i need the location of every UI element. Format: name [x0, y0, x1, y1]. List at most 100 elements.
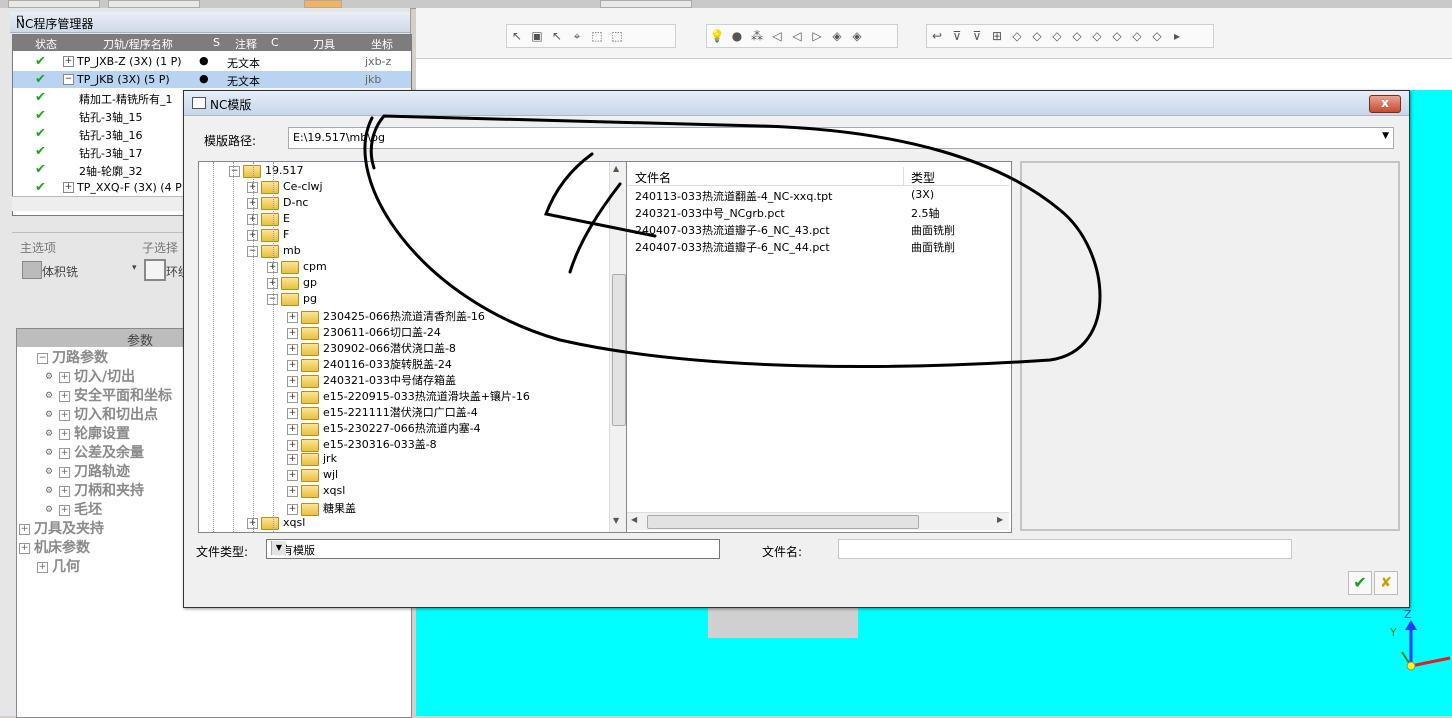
shape-icon[interactable]: ◇: [1088, 27, 1106, 45]
expand-toggle-icon[interactable]: +: [287, 375, 298, 387]
top-tab[interactable]: [600, 0, 692, 8]
pin-icon[interactable]: ⊓: [16, 14, 404, 25]
folder-item[interactable]: + cpm: [267, 260, 327, 276]
scroll-thumb[interactable]: [612, 274, 626, 426]
main-option-value[interactable]: 体积铣: [42, 263, 78, 280]
col-filename[interactable]: 文件名: [635, 169, 671, 186]
folder-item[interactable]: − 19.517: [229, 164, 304, 180]
folder-item[interactable]: + wjl: [287, 468, 338, 484]
col-coord[interactable]: 坐标: [371, 36, 393, 52]
select-region-icon[interactable]: ⬚: [608, 27, 626, 45]
file-row[interactable]: 240113-033热流道翻盖-4_NC-xxq.tpt (3X): [635, 188, 1005, 205]
folder-item[interactable]: +230902-066潜伏浇口盖-8: [287, 340, 456, 356]
bulb-multi-icon[interactable]: ⁂: [748, 27, 766, 45]
top-tab[interactable]: [8, 0, 100, 8]
template-path-combo[interactable]: E:\19.517\mb\pg ▼: [288, 127, 1394, 149]
file-row[interactable]: 240407-033热流道瓣子-6_NC_44.pct 曲面铣削: [635, 239, 1005, 256]
expand-toggle-icon[interactable]: +: [59, 485, 70, 497]
expand-toggle-icon[interactable]: +: [287, 359, 298, 371]
folder-item[interactable]: + e15-230316-033盖-8: [287, 436, 437, 452]
expand-toggle-icon[interactable]: +: [59, 409, 70, 421]
expand-toggle-icon[interactable]: +: [59, 428, 70, 440]
grid-icon[interactable]: ⊞: [988, 27, 1006, 45]
col-note[interactable]: 注释: [235, 36, 257, 52]
expand-toggle-icon[interactable]: +: [287, 343, 298, 355]
filter-select-icon[interactable]: ⊽: [968, 27, 986, 45]
expand-toggle-icon[interactable]: +: [59, 371, 70, 383]
bulb-icon[interactable]: 💡: [708, 27, 726, 45]
param-item[interactable]: ⚙ + 切入和切出点: [43, 404, 158, 423]
folder-item[interactable]: + D-nc: [247, 196, 308, 212]
chevron-down-icon[interactable]: ▼: [1382, 131, 1389, 141]
folder-item[interactable]: + 糖果盖: [287, 500, 356, 516]
top-tab-active[interactable]: [304, 0, 342, 8]
folder-item[interactable]: + xqsl: [287, 484, 345, 500]
expand-toggle-icon[interactable]: +: [287, 391, 298, 403]
cube-select-icon[interactable]: ◈: [848, 27, 866, 45]
folder-item[interactable]: +230611-066切口盖-24: [287, 324, 441, 340]
expand-toggle-icon[interactable]: +: [287, 311, 298, 323]
col-tool[interactable]: 刀具: [313, 36, 335, 52]
col-status[interactable]: 状态: [35, 36, 57, 52]
file-row[interactable]: 240407-033热流道瓣子-6_NC_43.pct 曲面铣削: [635, 222, 1005, 239]
expand-toggle-icon[interactable]: +: [59, 504, 70, 516]
expand-toggle-icon[interactable]: +: [19, 523, 30, 535]
top-tab[interactable]: [108, 0, 200, 8]
expand-toggle-icon[interactable]: +: [19, 542, 30, 554]
select-window-icon[interactable]: ⬚: [588, 27, 606, 45]
chevron-down-icon[interactable]: ▼: [271, 541, 286, 555]
scroll-up-icon[interactable]: ▲: [613, 164, 619, 173]
nc-program-row[interactable]: ✔ − TP_JKB (3X) (5 P) ● 无文本 jkb: [13, 71, 411, 88]
shape-icon[interactable]: ◇: [1048, 27, 1066, 45]
col-s[interactable]: S: [213, 36, 220, 49]
close-button[interactable]: x: [1369, 95, 1401, 113]
column-divider[interactable]: [903, 167, 904, 185]
file-row[interactable]: 240321-033中号_NCgrb.pct 2.5轴: [635, 205, 1005, 222]
folder-item[interactable]: + Ce-clwj: [247, 180, 323, 196]
param-item[interactable]: ⚙ + 毛坯: [43, 499, 102, 518]
arrow-forward-icon[interactable]: ▷: [808, 27, 826, 45]
param-item[interactable]: ⚙ + 刀路轨迹: [43, 461, 130, 480]
arrow-left-icon[interactable]: ◁: [768, 27, 786, 45]
folder-item[interactable]: +240116-033旋转脱盖-24: [287, 356, 452, 372]
shape-icon[interactable]: ◇: [1128, 27, 1146, 45]
expand-toggle-icon[interactable]: +: [59, 390, 70, 402]
folder-tree-vscrollbar[interactable]: ▲ ▼: [609, 162, 627, 532]
param-item[interactable]: − 刀路参数: [37, 347, 108, 366]
param-item[interactable]: ⚙ + 安全平面和坐标: [43, 385, 172, 404]
param-item[interactable]: + 刀具及夹持: [19, 518, 104, 537]
shape-icon[interactable]: ◇: [1108, 27, 1126, 45]
param-item[interactable]: ⚙ + 切入/切出: [43, 366, 135, 385]
bulb-on-icon[interactable]: ●: [728, 27, 746, 45]
param-item[interactable]: ⚙ + 刀柄和夹持: [43, 480, 144, 499]
file-type-select[interactable]: 所有模版 ▼: [266, 539, 720, 559]
expand-toggle-icon[interactable]: +: [63, 182, 74, 193]
expand-toggle-icon[interactable]: +: [287, 327, 298, 339]
shape-icon[interactable]: ◇: [1028, 27, 1046, 45]
expand-toggle-icon[interactable]: +: [287, 439, 298, 451]
col-name[interactable]: 刀轨/程序名称: [103, 36, 173, 52]
param-item[interactable]: ⚙ + 公差及余量: [43, 442, 144, 461]
col-c[interactable]: C: [271, 36, 279, 49]
scroll-right-icon[interactable]: ▶: [997, 515, 1003, 524]
folder-item[interactable]: + jrk: [287, 452, 337, 468]
col-type[interactable]: 类型: [911, 169, 935, 186]
expand-toggle-icon[interactable]: +: [59, 466, 70, 478]
arrow-back-icon[interactable]: ◁: [788, 27, 806, 45]
volume-mill-icon[interactable]: [22, 261, 42, 279]
file-list-hscrollbar[interactable]: ◀ ▶: [627, 512, 1009, 530]
expand-toggle-icon[interactable]: +: [287, 485, 298, 497]
expand-toggle-icon[interactable]: −: [63, 74, 74, 85]
expand-toggle-icon[interactable]: +: [287, 423, 298, 435]
shape-icon[interactable]: ◇: [1148, 27, 1166, 45]
undo-icon[interactable]: ↩: [928, 27, 946, 45]
cancel-button[interactable]: ✘: [1374, 571, 1398, 595]
folder-item[interactable]: + e15-220915-033热流道滑块盖+镶片-16: [287, 388, 530, 404]
scroll-left-icon[interactable]: ◀: [631, 515, 637, 524]
select-box-icon[interactable]: ▣: [528, 27, 546, 45]
folder-item[interactable]: +230425-066热流道清香剂盖-16: [287, 308, 485, 324]
shape-icon[interactable]: ◇: [1068, 27, 1086, 45]
folder-item[interactable]: + xqsl: [247, 516, 305, 532]
expand-toggle-icon[interactable]: −: [37, 352, 48, 364]
param-item[interactable]: + 几何: [37, 556, 80, 575]
